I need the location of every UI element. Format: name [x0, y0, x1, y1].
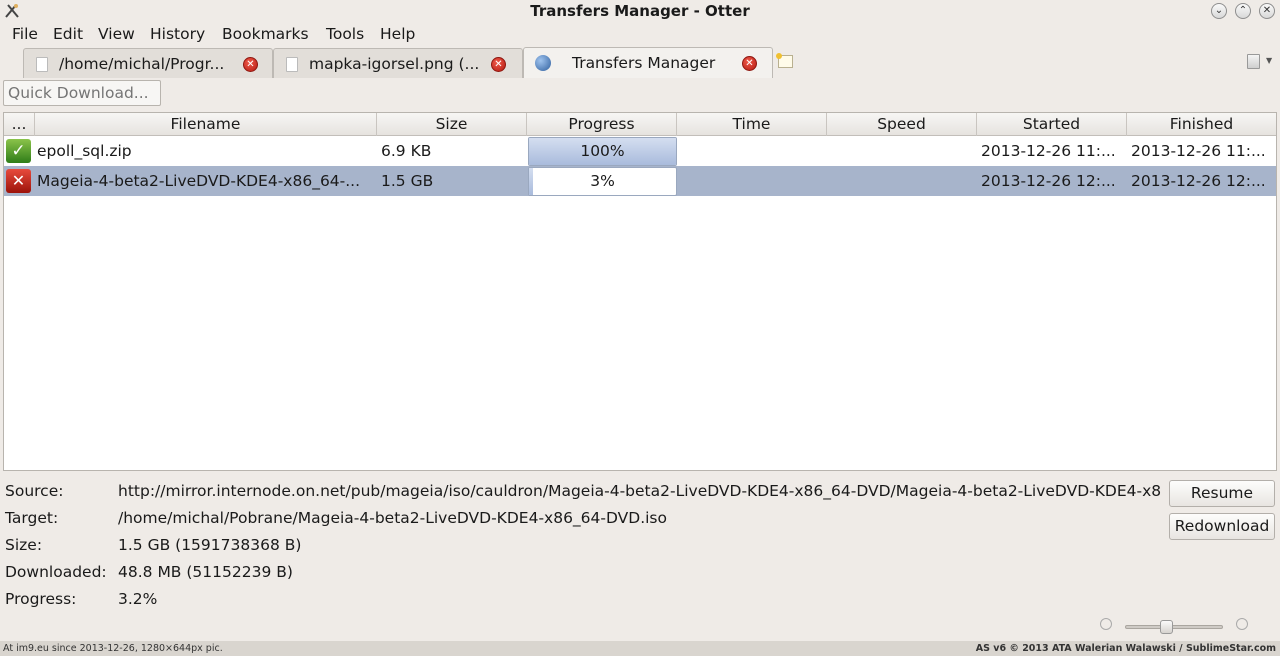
page-icon: [36, 57, 48, 72]
chevron-down-icon[interactable]: ▼: [1266, 56, 1272, 65]
zoom-slider[interactable]: [1125, 620, 1223, 634]
page-icon: [286, 57, 298, 72]
table-row[interactable]: ✓ epoll_sql.zip 6.9 KB 100% 2013-12-26 1…: [4, 136, 1276, 166]
menu-bookmarks[interactable]: Bookmarks: [222, 25, 309, 43]
source-label: Source:: [5, 482, 64, 500]
downloaded-label: Downloaded:: [5, 563, 107, 581]
footer-strip: At im9.eu since 2013-12-26, 1280×644px p…: [0, 641, 1280, 656]
progress-value: 3.2%: [118, 590, 158, 608]
cell-started: 2013-12-26 12:...: [981, 172, 1116, 190]
column-header-status[interactable]: ...: [4, 113, 35, 136]
resume-button[interactable]: Resume: [1169, 480, 1275, 507]
title-bar: Transfers Manager - Otter ⌄ ⌃ ✕: [0, 0, 1280, 22]
tab-mapka-igorsel[interactable]: mapka-igorsel.png (... ✕: [273, 48, 523, 78]
progress-bar: 100%: [528, 137, 677, 166]
target-value: /home/michal/Pobrane/Mageia-4-beta2-Live…: [118, 509, 667, 527]
close-window-button[interactable]: ✕: [1259, 3, 1275, 19]
column-header-filename[interactable]: Filename: [35, 113, 377, 136]
error-icon: ✕: [6, 169, 31, 193]
transfers-table: ... Filename Size Progress Time Speed St…: [3, 112, 1277, 471]
close-tab-icon[interactable]: ✕: [243, 57, 258, 72]
cell-finished: 2013-12-26 11:...: [1131, 142, 1266, 160]
column-header-finished[interactable]: Finished: [1127, 113, 1276, 136]
source-value: http://mirror.internode.on.net/pub/magei…: [118, 482, 1162, 500]
new-tab-icon[interactable]: [776, 53, 793, 68]
tab-transfers-manager[interactable]: Transfers Manager ✕: [523, 47, 773, 78]
closed-tabs-trash-icon[interactable]: [1247, 54, 1260, 69]
progress-bar: 3%: [528, 167, 677, 196]
menu-edit[interactable]: Edit: [53, 25, 83, 43]
downloaded-value: 48.8 MB (51152239 B): [118, 563, 293, 581]
footer-left-text: At im9.eu since 2013-12-26, 1280×644px p…: [3, 643, 223, 654]
column-header-speed[interactable]: Speed: [827, 113, 977, 136]
minimize-button[interactable]: ⌄: [1211, 3, 1227, 19]
menu-tools[interactable]: Tools: [326, 25, 364, 43]
menu-bar: File Edit View History Bookmarks Tools H…: [0, 22, 1280, 46]
cell-filename: epoll_sql.zip: [37, 142, 132, 160]
window-title: Transfers Manager - Otter: [530, 2, 750, 20]
quick-download-input[interactable]: [3, 80, 161, 106]
target-label: Target:: [5, 509, 59, 527]
size-value: 1.5 GB (1591738368 B): [118, 536, 302, 554]
table-header: ... Filename Size Progress Time Speed St…: [4, 113, 1276, 136]
close-tab-icon[interactable]: ✕: [742, 56, 757, 71]
tab-bar: /home/michal/Progr... ✕ mapka-igorsel.pn…: [0, 46, 1280, 78]
tab-home-michal[interactable]: /home/michal/Progr... ✕: [23, 48, 273, 78]
column-header-progress[interactable]: Progress: [527, 113, 677, 136]
cell-size: 6.9 KB: [381, 142, 432, 160]
cell-time: [680, 136, 824, 166]
zoom-in-icon[interactable]: [1236, 618, 1248, 630]
zoom-out-icon[interactable]: [1100, 618, 1112, 630]
menu-file[interactable]: File: [12, 25, 38, 43]
size-label: Size:: [5, 536, 43, 554]
cell-speed: [830, 166, 974, 196]
progress-bar-label: 3%: [590, 172, 615, 190]
cell-size: 1.5 GB: [381, 172, 434, 190]
menu-history[interactable]: History: [150, 25, 205, 43]
column-header-started[interactable]: Started: [977, 113, 1127, 136]
close-tab-icon[interactable]: ✕: [491, 57, 506, 72]
cell-finished: 2013-12-26 12:...: [1131, 172, 1266, 190]
cell-filename: Mageia-4-beta2-LiveDVD-KDE4-x86_64-...: [37, 172, 361, 190]
globe-icon: [535, 55, 551, 71]
column-header-time[interactable]: Time: [677, 113, 827, 136]
tab-label: mapka-igorsel.png (...: [309, 55, 480, 73]
table-row[interactable]: ✕ Mageia-4-beta2-LiveDVD-KDE4-x86_64-...…: [4, 166, 1276, 196]
transfer-details-panel: Source: http://mirror.internode.on.net/p…: [0, 476, 1280, 616]
cell-speed: [830, 136, 974, 166]
progress-label: Progress:: [5, 590, 77, 608]
redownload-button[interactable]: Redownload: [1169, 513, 1275, 540]
progress-bar-label: 100%: [580, 142, 625, 160]
footer-right-text: AS v6 © 2013 ATA Walerian Walawski / Sub…: [975, 643, 1276, 654]
menu-view[interactable]: View: [98, 25, 135, 43]
zoom-slider-handle[interactable]: [1160, 620, 1173, 634]
tab-label: /home/michal/Progr...: [59, 55, 225, 73]
menu-help[interactable]: Help: [380, 25, 415, 43]
cell-started: 2013-12-26 11:...: [981, 142, 1116, 160]
column-header-size[interactable]: Size: [377, 113, 527, 136]
cell-time: [680, 166, 824, 196]
tab-label: Transfers Manager: [572, 54, 716, 72]
check-icon: ✓: [6, 139, 31, 163]
maximize-button[interactable]: ⌃: [1235, 3, 1251, 19]
